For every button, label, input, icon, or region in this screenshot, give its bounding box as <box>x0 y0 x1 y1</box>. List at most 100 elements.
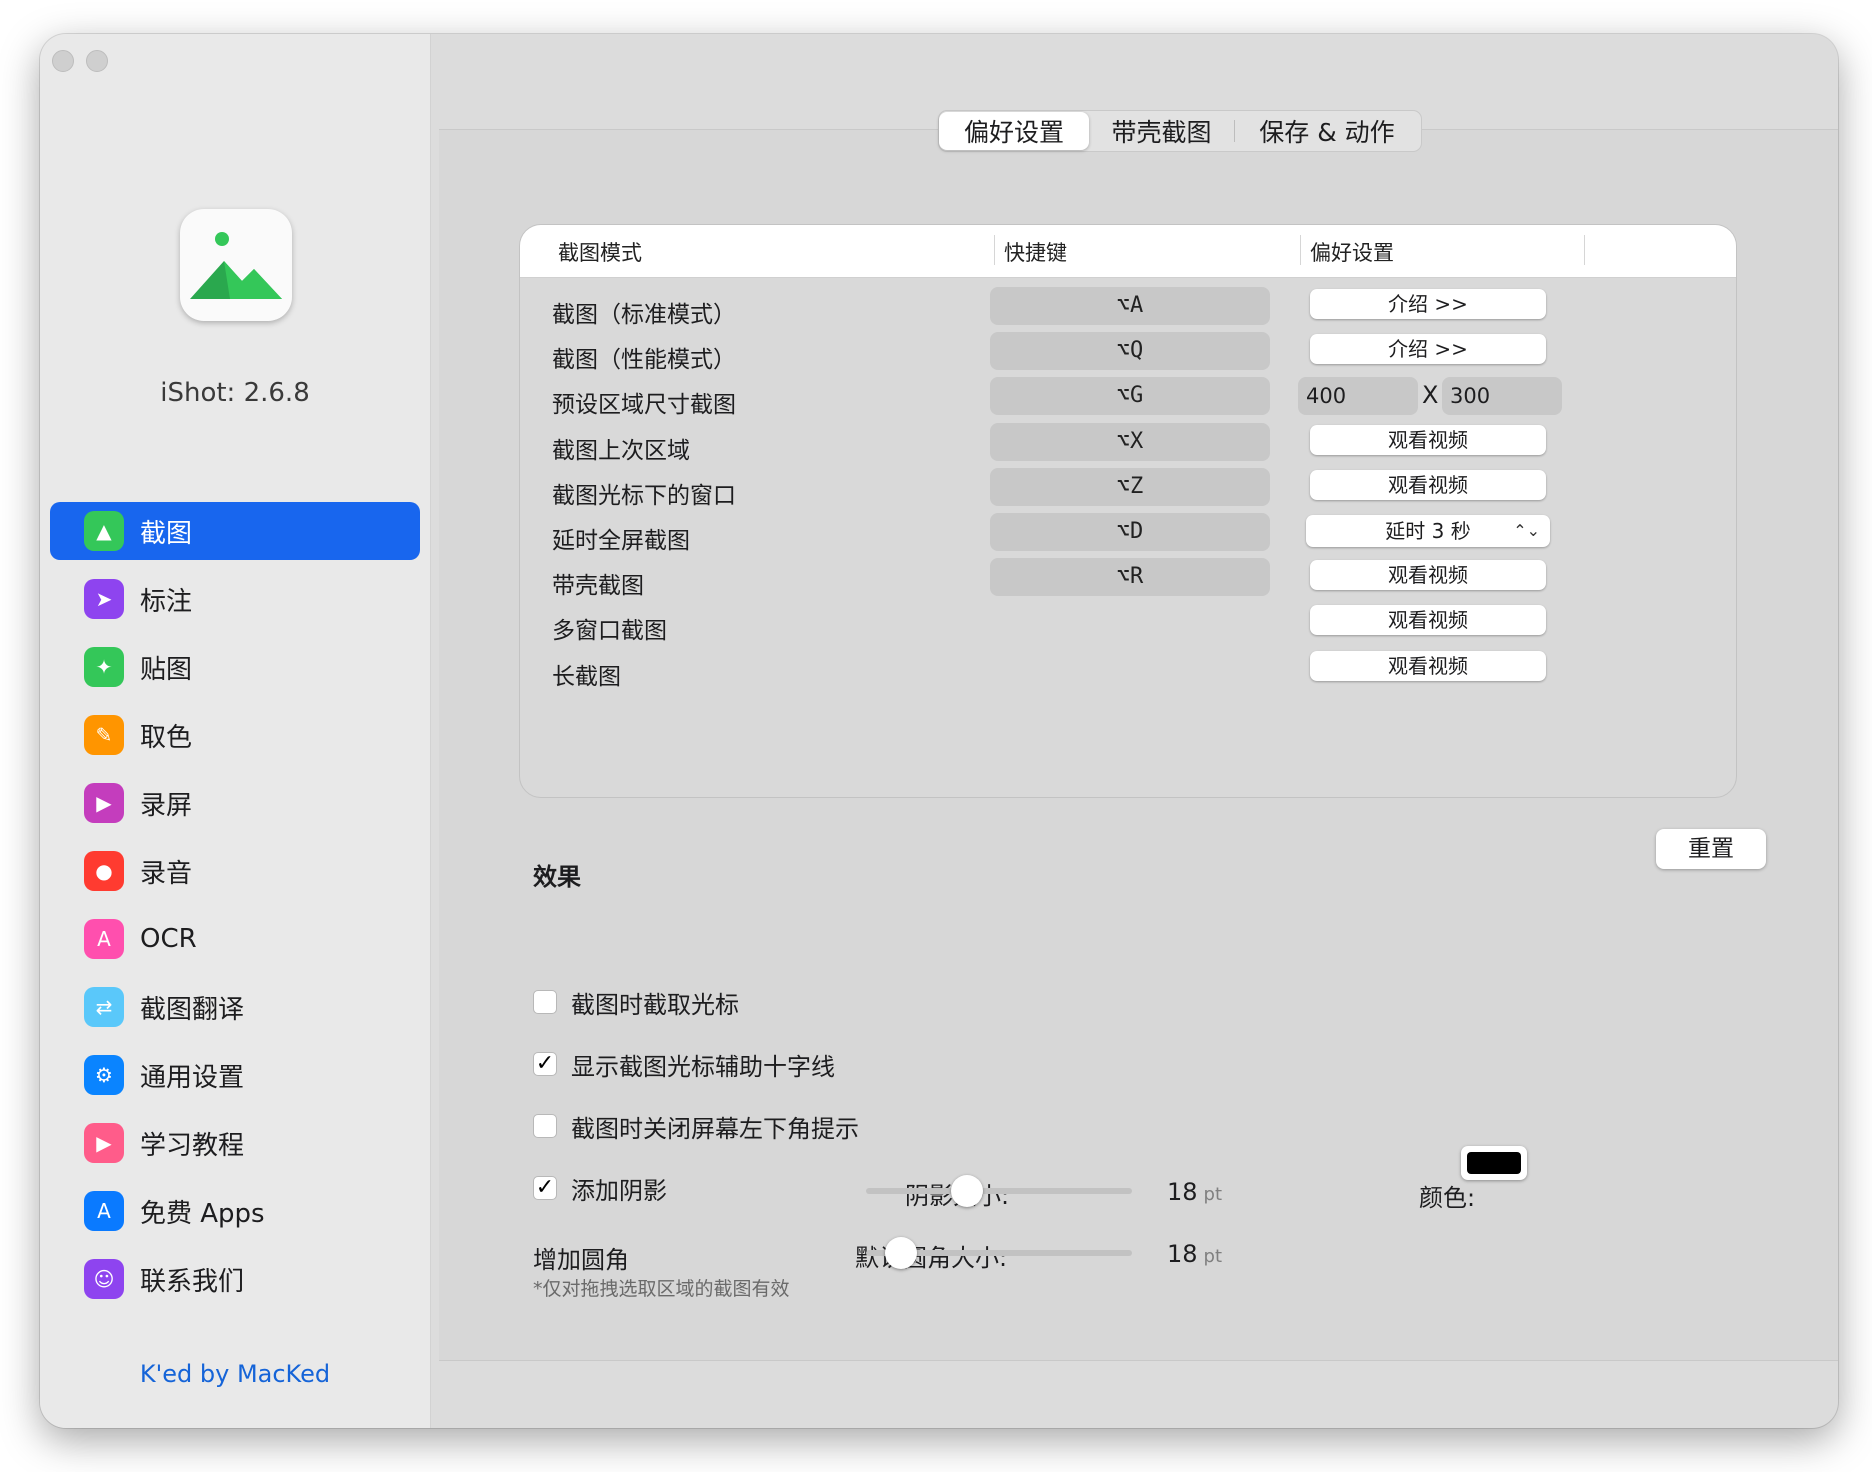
sidebar-item-label: 录屏 <box>140 790 193 821</box>
screenshot-modes-table: 截图模式 快捷键 偏好设置 截图（标准模式） ⌥A 介绍 >> 截图（性能模式） ⌥Q 介… <box>519 224 1737 798</box>
checkbox-checked[interactable]: ✓ <box>533 1052 557 1076</box>
option-crosshair[interactable]: ✓ 显示截图光标辅助十字线 <box>533 1048 835 1081</box>
sidebar-item[interactable]: ✦ 贴图 <box>50 638 420 696</box>
shortcut-field[interactable]: ⌥D <box>990 513 1270 551</box>
sidebar-item[interactable]: A OCR <box>50 910 420 968</box>
corner-size-unit: pt <box>1203 1246 1223 1267</box>
option-label: 添加阴影 <box>571 1176 667 1205</box>
sidebar-item-label: 录音 <box>140 858 193 889</box>
mode-label: 截图光标下的窗口 <box>552 482 736 509</box>
pin-icon: ✦ <box>84 647 124 687</box>
column-header-preference: 偏好设置 <box>1310 241 1394 265</box>
option-hide-hint[interactable]: 截图时关闭屏幕左下角提示 <box>533 1110 859 1143</box>
credit-link[interactable]: K'ed by MacKed <box>40 1360 430 1388</box>
minimize-window-button[interactable] <box>86 50 108 72</box>
reset-button[interactable]: 重置 <box>1656 829 1766 869</box>
shadow-size-slider[interactable] <box>866 1188 1132 1194</box>
sidebar-item[interactable]: ● 录音 <box>50 842 420 900</box>
tab-bar: 偏好设置 带壳截图 保存 & 动作 <box>938 110 1422 152</box>
shadow-color-well[interactable] <box>1461 1146 1527 1180</box>
option-label: 截图时关闭屏幕左下角提示 <box>571 1114 859 1143</box>
preference-button[interactable]: 介绍 >> <box>1310 289 1546 319</box>
microphone-icon: ● <box>84 851 124 891</box>
tab-save-actions[interactable]: 保存 & 动作 <box>1235 112 1419 150</box>
sidebar-item[interactable]: ✎ 取色 <box>50 706 420 764</box>
table-row: 长截图 观看视频 <box>520 645 1736 699</box>
cursor-icon: ➤ <box>84 579 124 619</box>
column-separator <box>1300 235 1301 265</box>
sidebar-item-label: 贴图 <box>140 654 193 685</box>
mode-label: 截图（性能模式） <box>552 347 736 374</box>
translate-icon: ⇄ <box>84 987 124 1027</box>
app-store-icon: A <box>84 1191 124 1231</box>
shadow-size-slider-knob[interactable] <box>951 1175 984 1207</box>
preference-button[interactable]: 观看视频 <box>1310 605 1546 636</box>
corner-size-value: 18 pt <box>1167 1240 1222 1268</box>
mode-label: 预设区域尺寸截图 <box>552 392 736 419</box>
contacts-icon: ☺ <box>84 1259 124 1299</box>
preset-width-field[interactable]: 400 <box>1298 377 1418 416</box>
app-logo <box>180 209 292 321</box>
sidebar-item[interactable]: ☺ 联系我们 <box>50 1250 420 1308</box>
close-window-button[interactable] <box>52 50 74 72</box>
shortcut-field[interactable]: ⌥X <box>990 422 1270 461</box>
chevron-updown-icon: ⌃⌄ <box>1513 521 1540 540</box>
sidebar-item[interactable]: A 免费 Apps <box>50 1182 420 1240</box>
corner-note: *仅对拖拽选取区域的截图有效 <box>533 1278 790 1300</box>
mode-label: 多窗口截图 <box>552 618 667 645</box>
checkbox[interactable] <box>533 1114 557 1138</box>
sidebar-item[interactable]: ➤ 标注 <box>50 570 420 628</box>
record-screen-icon: ▶ <box>84 783 124 823</box>
shortcut-field[interactable]: ⌥A <box>990 287 1270 325</box>
mode-label: 截图上次区域 <box>552 437 690 464</box>
corner-size-slider-knob[interactable] <box>884 1237 917 1269</box>
option-label: 显示截图光标辅助十字线 <box>571 1052 835 1081</box>
shadow-size-number: 18 <box>1167 1178 1198 1206</box>
color-swatch <box>1467 1152 1521 1174</box>
app-window: iShot: 2.6.8 ▲ 截图 ➤ 标注 ✦ 贴图 ✎ 取色 ▶ 录屏 ● 录音 A OCR ⇄ 截图翻译… <box>40 34 1838 1428</box>
option-add-shadow[interactable]: ✓ 添加阴影 <box>533 1172 667 1205</box>
preference-button[interactable]: 观看视频 <box>1310 650 1546 681</box>
landscape-icon <box>190 232 282 299</box>
sidebar-item-label: 免费 Apps <box>140 1198 265 1229</box>
preference-button[interactable]: 介绍 >> <box>1310 334 1546 365</box>
sidebar-item[interactable]: ▶ 学习教程 <box>50 1114 420 1172</box>
sidebar-item-label: 截图 <box>140 518 193 549</box>
preference-button[interactable]: 观看视频 <box>1310 560 1546 591</box>
tab-device-frame[interactable]: 带壳截图 <box>1089 112 1234 150</box>
preference-button[interactable]: 观看视频 <box>1310 469 1546 500</box>
shadow-size-unit: pt <box>1203 1184 1223 1205</box>
app-version: iShot: 2.6.8 <box>160 378 310 408</box>
gear-icon: ⚙ <box>84 1055 124 1095</box>
sidebar-item[interactable]: ⇄ 截图翻译 <box>50 978 420 1036</box>
preset-height-field[interactable]: 300 <box>1442 377 1562 416</box>
checkbox-checked[interactable]: ✓ <box>533 1176 557 1200</box>
screenshot-icon: ▲ <box>84 511 124 551</box>
tab-preferences[interactable]: 偏好设置 <box>939 112 1089 150</box>
column-separator <box>1584 235 1585 265</box>
shadow-size-value: 18 pt <box>1167 1178 1222 1206</box>
sidebar-item[interactable]: ⚙ 通用设置 <box>50 1046 420 1104</box>
option-capture-cursor[interactable]: 截图时截取光标 <box>533 986 739 1019</box>
sidebar-item[interactable]: ▶ 录屏 <box>50 774 420 832</box>
sidebar-item-label: 通用设置 <box>140 1062 245 1093</box>
sidebar-item-label: 标注 <box>140 586 193 617</box>
delay-select[interactable]: 延时 3 秒 ⌃⌄ <box>1306 515 1550 547</box>
sidebar-item-label: 联系我们 <box>140 1266 245 1297</box>
shortcut-field[interactable]: ⌥Z <box>990 467 1270 506</box>
sidebar-item[interactable]: ▲ 截图 <box>50 502 420 560</box>
sidebar-item-label: 学习教程 <box>140 1130 245 1161</box>
sidebar-item-label: 截图翻译 <box>140 994 245 1025</box>
shortcut-field[interactable]: ⌥Q <box>990 332 1270 371</box>
shortcut-field[interactable]: ⌥R <box>990 558 1270 597</box>
checkbox[interactable] <box>533 990 557 1014</box>
eyedropper-icon: ✎ <box>84 715 124 755</box>
ocr-icon: A <box>84 919 124 959</box>
preference-button[interactable]: 观看视频 <box>1310 424 1546 455</box>
shortcut-field[interactable]: ⌥G <box>990 377 1270 416</box>
effects-title: 效果 <box>533 863 581 891</box>
sidebar-nav: ▲ 截图 ➤ 标注 ✦ 贴图 ✎ 取色 ▶ 录屏 ● 录音 A OCR ⇄ 截图翻译 ⚙ 通用设置 ▶ 学习教程 A 免费… <box>50 502 420 1318</box>
sidebar-item-label: OCR <box>140 924 197 954</box>
main-content: 偏好设置 带壳截图 保存 & 动作 截图模式 快捷键 偏好设置 截图（标准模式）… <box>431 34 1838 1428</box>
tutorial-icon: ▶ <box>84 1123 124 1163</box>
